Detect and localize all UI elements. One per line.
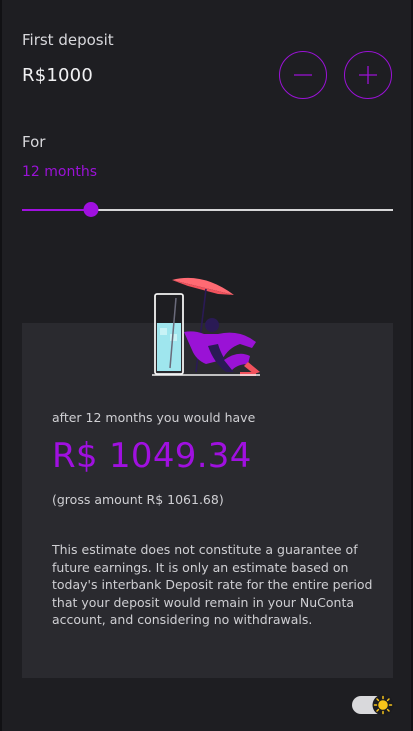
period-label: For <box>22 133 46 151</box>
gross-amount: (gross amount R$ 1061.68) <box>52 492 224 507</box>
slider-fill <box>22 209 91 211</box>
beach-chair-illustration <box>152 277 260 376</box>
plus-icon <box>357 64 379 86</box>
disclaimer-text: This estimate does not constitute a guar… <box>52 542 373 627</box>
period-value: 12 months <box>22 164 97 180</box>
decrease-deposit-button[interactable] <box>279 51 327 99</box>
minus-icon <box>292 64 314 86</box>
result-amount: R$ 1049.34 <box>52 436 252 476</box>
increase-deposit-button[interactable] <box>344 51 392 99</box>
slider-thumb[interactable] <box>83 202 99 217</box>
result-intro: after 12 months you would have <box>52 410 256 425</box>
sun-icon <box>372 694 394 716</box>
deposit-amount: R$1000 <box>22 65 93 86</box>
first-deposit-label: First deposit <box>22 31 114 49</box>
theme-toggle[interactable] <box>352 694 396 716</box>
period-slider[interactable] <box>22 200 393 220</box>
